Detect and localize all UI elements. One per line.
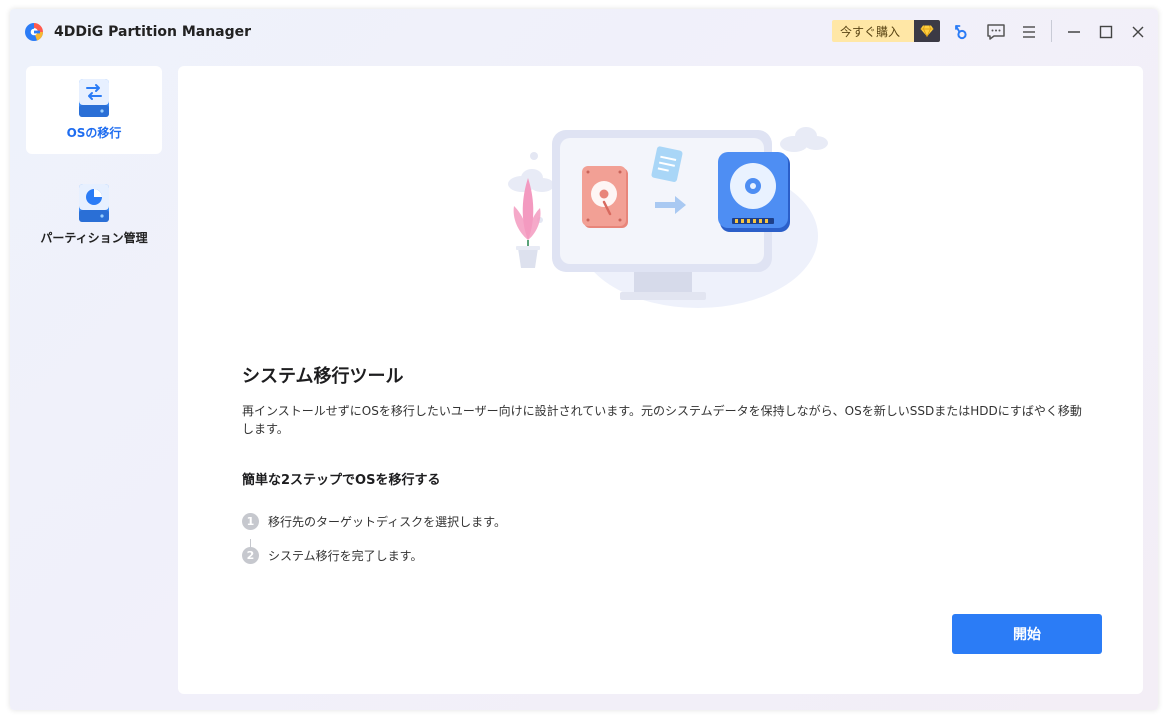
steps-title: 簡単な2ステップでOSを移行する: [242, 473, 441, 488]
step-text: システム移行を完了します。: [268, 548, 423, 563]
menu-icon[interactable]: [1018, 21, 1040, 43]
step-item: 1 移行先のターゲットディスクを選択します。: [242, 512, 506, 530]
sidebar-item-partition-management[interactable]: パーティション管理: [26, 171, 162, 259]
sidebar-item-label: パーティション管理: [40, 231, 148, 245]
main-panel: システム移行ツール 再インストールせずにOSを移行したいユーザー向けに設計されて…: [178, 66, 1143, 694]
gem-icon: [914, 20, 940, 42]
minimize-icon[interactable]: [1063, 21, 1085, 43]
step-number: 1: [242, 512, 259, 530]
title-bar: 4DDiG Partition Manager 今すぐ購入: [10, 9, 1158, 57]
feedback-icon[interactable]: [985, 21, 1007, 43]
step-number: 2: [242, 546, 259, 564]
close-icon[interactable]: [1127, 21, 1149, 43]
app-logo-icon: [25, 23, 44, 41]
system-migration-illustration: [508, 127, 828, 308]
app-title: 4DDiG Partition Manager: [54, 24, 252, 40]
os-migration-icon: [79, 79, 109, 117]
buy-now-button[interactable]: 今すぐ購入: [832, 20, 940, 42]
key-icon[interactable]: [951, 21, 973, 43]
step-item: 2 システム移行を完了します。: [242, 546, 422, 564]
titlebar-divider: [1051, 20, 1052, 42]
partition-icon: [79, 184, 109, 222]
maximize-icon[interactable]: [1095, 21, 1117, 43]
step-text: 移行先のターゲットディスクを選択します。: [268, 514, 506, 529]
page-description: 再インストールせずにOSを移行したいユーザー向けに設計されています。元のシステム…: [242, 404, 1082, 436]
sidebar-item-label: OSの移行: [66, 126, 122, 140]
sidebar-item-os-migration[interactable]: OSの移行: [26, 66, 162, 154]
page-title: システム移行ツール: [242, 366, 404, 387]
app-window: 4DDiG Partition Manager 今すぐ購入 OSの移行 パーティ…: [10, 9, 1158, 710]
buy-now-label: 今すぐ購入: [840, 24, 901, 39]
start-button[interactable]: 開始: [952, 614, 1102, 654]
